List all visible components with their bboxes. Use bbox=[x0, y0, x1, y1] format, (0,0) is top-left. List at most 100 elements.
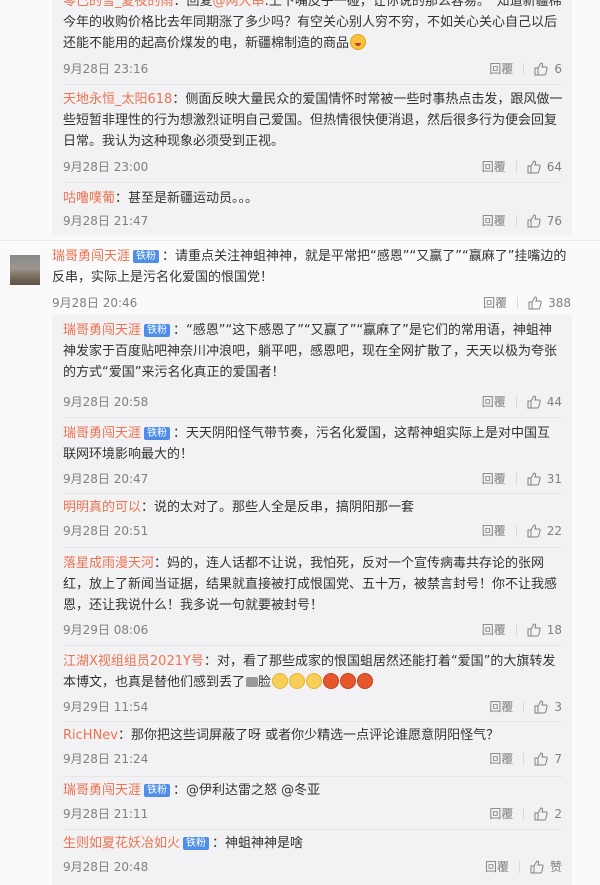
reply-item: 咕噜噗葡：甚至是新疆运动员。。。 9月28日 21:47 回覆 76 bbox=[52, 183, 572, 236]
reply-username[interactable]: 落星成雨漫天河 bbox=[63, 556, 154, 571]
action-divider bbox=[523, 63, 525, 75]
like-count: 赞 bbox=[549, 860, 562, 874]
reply-username[interactable]: 咕噜噗葡 bbox=[63, 191, 115, 206]
thumbs-up-icon[interactable] bbox=[527, 623, 541, 637]
thumbs-up-icon[interactable] bbox=[527, 472, 541, 486]
reply-button[interactable]: 回覆 bbox=[482, 160, 506, 174]
reply-time: 9月28日 21:47 bbox=[63, 214, 149, 228]
reply-username[interactable]: RicHNev bbox=[63, 728, 118, 743]
reply-item: 天地永恒_太阳618：侧面反映大量民众的爱国情怀时常被一些时事热点击发，跟风做一… bbox=[52, 85, 572, 183]
thumbs-up-icon[interactable] bbox=[527, 395, 541, 409]
like-count: 2 bbox=[554, 807, 562, 821]
like-count: 6 bbox=[554, 62, 562, 76]
reply-item: 生则如夏花妖冶如火 铁粉 ：神蛆神神是啥 9月28日 20:48 回覆 赞 bbox=[52, 830, 572, 885]
reply-username[interactable]: 生则如夏花妖冶如火 bbox=[63, 836, 180, 851]
like-count: 31 bbox=[546, 472, 562, 486]
action-divider bbox=[515, 396, 517, 408]
reply-text: 咕噜噗葡：甚至是新疆运动员。。。 bbox=[63, 188, 563, 209]
reply-button[interactable]: 回覆 bbox=[482, 395, 506, 409]
reply-content: ：神蛆神神是啥 bbox=[212, 836, 304, 851]
reply-username[interactable]: 明明真的可以 bbox=[63, 500, 141, 515]
action-divider bbox=[523, 753, 525, 765]
reply-time: 9月29日 08:06 bbox=[63, 623, 149, 637]
user-avatar[interactable] bbox=[10, 255, 40, 285]
reply-text: 天地永恒_太阳618：侧面反映大量民众的爱国情怀时常被一些时事热点击发，跟风做一… bbox=[63, 89, 563, 152]
smile-emoji-icon bbox=[306, 673, 323, 689]
reply-button[interactable]: 回覆 bbox=[489, 62, 513, 76]
reply-time: 9月28日 20:58 bbox=[63, 395, 149, 409]
reply-actions: 回覆 2 bbox=[489, 806, 562, 822]
action-divider bbox=[515, 161, 517, 173]
thumbs-up-icon[interactable] bbox=[528, 296, 542, 310]
comment-username[interactable]: 瑞哥勇闯天涯 bbox=[52, 249, 130, 264]
reply-item: 江湖X视组组员2021Y号：对，看了那些成家的恨国蛆居然还能打着“爱国”的大旗转… bbox=[52, 646, 572, 722]
action-divider bbox=[518, 861, 520, 873]
reply-text: 零已的雪_夏夜的雨：回复@网大串:上下嘴皮子一碰，让你说的那么容易。“知道新疆棉… bbox=[63, 0, 563, 54]
reply-time: 9月28日 23:16 bbox=[63, 62, 149, 76]
thumbs-up-icon[interactable] bbox=[534, 62, 549, 76]
reply-username[interactable]: 瑞哥勇闯天涯 bbox=[63, 323, 141, 338]
reply-content: ：说的太对了。那些人全是反串，搞阴阳那一套 bbox=[141, 500, 415, 515]
reply-item: 瑞哥勇闯天涯 铁粉 ：“感恩”“这下感恩了”“又赢了”“赢麻了”是它们的常用语，神蛆… bbox=[52, 315, 572, 418]
reply-item: RicHNev：那你把这些词屏蔽了呀 或者你少精选一点评论谁愿意阴阳怪气？ 9月… bbox=[52, 722, 572, 777]
smile-emoji-icon bbox=[289, 673, 306, 689]
reply-username[interactable]: 瑞哥勇闯天涯 bbox=[63, 426, 141, 441]
thumbs-up-icon[interactable] bbox=[534, 752, 549, 766]
reply-text: 明明真的可以：说的太对了。那些人全是反串，搞阴阳那一套 bbox=[63, 497, 563, 518]
smile-emoji-icon bbox=[272, 673, 289, 689]
reply-content: ：那你把这些词屏蔽了呀 或者你少精选一点评论谁愿意阴阳怪气？ bbox=[117, 728, 500, 743]
thumbs-up-icon[interactable] bbox=[527, 160, 541, 174]
reply-time: 9月28日 23:00 bbox=[63, 160, 149, 174]
thumbs-up-icon[interactable] bbox=[530, 860, 544, 874]
reply-button[interactable]: 回覆 bbox=[489, 752, 513, 766]
reply-button[interactable]: 回覆 bbox=[482, 472, 506, 486]
reply-button[interactable]: 回覆 bbox=[485, 860, 509, 874]
angry-emoji-icon bbox=[340, 673, 357, 689]
mention-link[interactable]: @网大串 bbox=[213, 0, 265, 9]
reply-item: 落星成雨漫天河：妈的，连人话都不让说，我怕死，反对一个宣传病毒共存论的张网红，放… bbox=[52, 548, 572, 646]
reply-button[interactable]: 回覆 bbox=[482, 214, 506, 228]
fan-badge: 铁粉 bbox=[144, 784, 171, 797]
reply-time: 9月29日 11:54 bbox=[63, 700, 149, 714]
like-count: 44 bbox=[546, 395, 562, 409]
reply-button[interactable]: 回覆 bbox=[483, 296, 507, 310]
like-count: 18 bbox=[546, 623, 562, 637]
reply-content: ：@伊利达雷之怒 @冬亚 bbox=[173, 783, 321, 798]
reply-text: RicHNev：那你把这些词屏蔽了呀 或者你少精选一点评论谁愿意阴阳怪气？ bbox=[63, 725, 563, 746]
reply-time: 9月28日 20:47 bbox=[63, 472, 149, 486]
thumbs-up-icon[interactable] bbox=[527, 214, 541, 228]
thumbs-up-icon[interactable] bbox=[534, 700, 549, 714]
reply-button[interactable]: 回覆 bbox=[482, 524, 506, 538]
action-divider bbox=[515, 215, 517, 227]
comment-text: 瑞哥勇闯天涯 铁粉 ：请重点关注神蛆神神，就是平常把“感恩”“又赢了”“赢麻了”挂嘴… bbox=[52, 246, 572, 288]
sunglasses-icon bbox=[246, 677, 259, 687]
thumbs-up-icon[interactable] bbox=[534, 807, 549, 821]
reply-username[interactable]: 零已的雪_夏夜的雨 bbox=[63, 0, 174, 9]
reply-panel-top: 零已的雪_夏夜的雨：回复@网大串:上下嘴皮子一碰，让你说的那么容易。“知道新疆棉… bbox=[52, 0, 572, 236]
comment-actions: 回覆 388 bbox=[483, 294, 571, 311]
reply-button[interactable]: 回覆 bbox=[489, 807, 513, 821]
reply-item: 瑞哥勇闯天涯 铁粉 ：天天阴阳怪气带节奏，污名化爱国，这帮神蛆实际上是对中国互联网环… bbox=[52, 418, 572, 494]
reply-text: 瑞哥勇闯天涯 铁粉 ：“感恩”“这下感恩了”“又赢了”“赢麻了”是它们的常用语，神蛆… bbox=[63, 320, 563, 383]
reply-actions: 回覆 6 bbox=[489, 61, 562, 77]
reply-username[interactable]: 江湖X视组组员2021Y号 bbox=[63, 654, 204, 669]
fan-badge: 铁粉 bbox=[133, 250, 160, 263]
thumbs-up-icon[interactable] bbox=[527, 524, 541, 538]
like-count: 22 bbox=[546, 524, 562, 538]
reply-actions: 回覆 赞 bbox=[485, 859, 562, 875]
reply-time: 9月28日 21:24 bbox=[63, 752, 149, 766]
like-count: 7 bbox=[554, 752, 562, 766]
action-divider bbox=[515, 473, 517, 485]
reply-username[interactable]: 天地永恒_太阳618 bbox=[63, 92, 172, 107]
reply-actions: 回覆 31 bbox=[482, 471, 562, 487]
fan-badge: 铁粉 bbox=[144, 427, 171, 440]
reply-username[interactable]: 瑞哥勇闯天涯 bbox=[63, 783, 141, 798]
reply-time: 9月28日 20:51 bbox=[63, 524, 149, 538]
reply-button[interactable]: 回覆 bbox=[482, 623, 506, 637]
reply-actions: 回覆 64 bbox=[482, 159, 562, 175]
reply-button[interactable]: 回覆 bbox=[489, 700, 513, 714]
reply-text: 落星成雨漫天河：妈的，连人话都不让说，我怕死，反对一个宣传病毒共存论的张网红，放… bbox=[63, 553, 563, 616]
reply-content: ：甚至是新疆运动员。。。 bbox=[115, 191, 259, 206]
action-divider bbox=[515, 624, 517, 636]
reply-actions: 回覆 44 bbox=[482, 394, 562, 410]
